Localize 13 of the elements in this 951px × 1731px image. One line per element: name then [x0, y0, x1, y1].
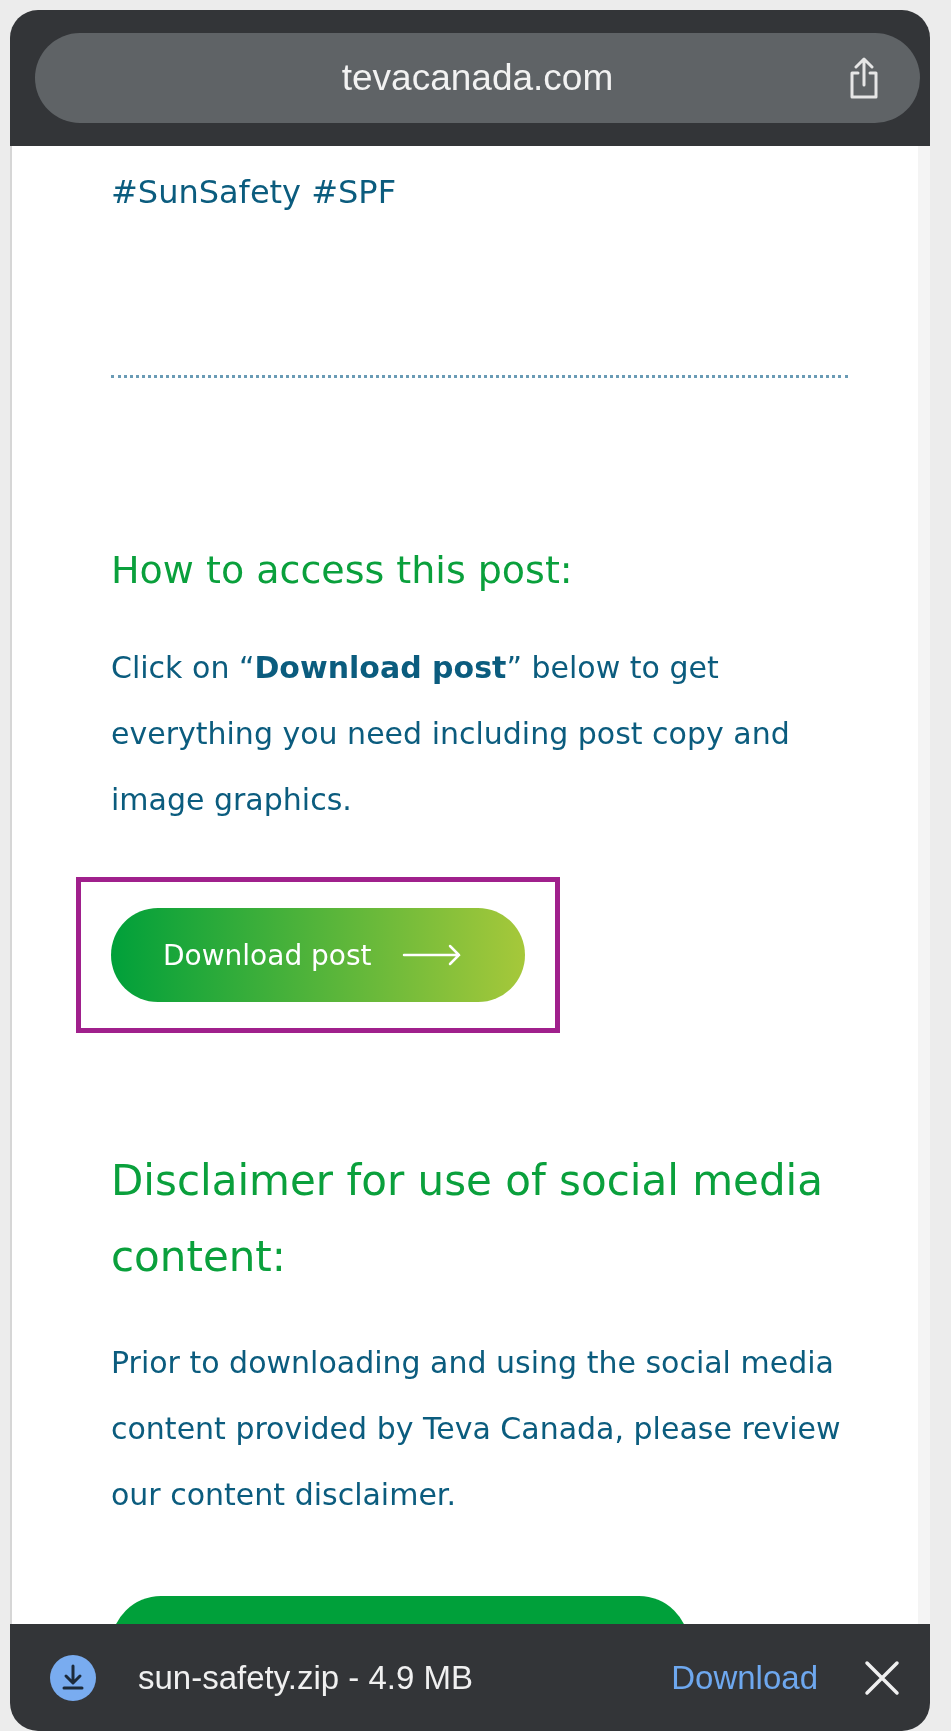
section-heading: How to access this post:: [111, 547, 574, 594]
disclaimer-paragraph: Prior to downloading and using the social media content provided by Teva Canada, please review our content disclaimer.: [111, 1344, 842, 1514]
file-name-text: sun-safety.zip - 4.9 MB: [138, 1658, 474, 1697]
url-text: tevacanada.com: [341, 57, 614, 99]
hashtags-text: #SunSafety #SPF: [111, 172, 398, 213]
section-heading: Disclaimer for use of social media content:: [111, 1155, 824, 1283]
instructions-paragraph: Click on “Download post” below to get everything you need including post copy and image graphics.: [111, 649, 791, 819]
download-post-button[interactable]: Download post: [111, 908, 525, 1002]
close-icon[interactable]: [864, 1659, 900, 1696]
download-icon: [50, 1654, 96, 1701]
arrow-right-icon: [401, 944, 462, 966]
download-link[interactable]: Download: [671, 1658, 818, 1697]
address-bar[interactable]: tevacanada.com: [35, 33, 920, 123]
